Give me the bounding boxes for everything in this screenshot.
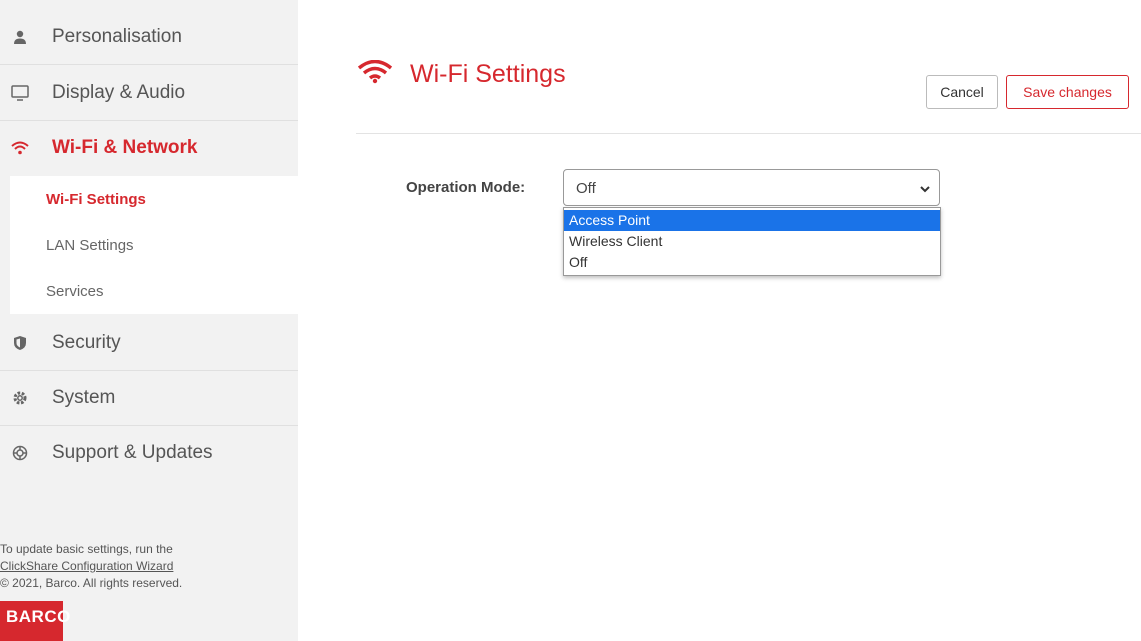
option-access-point[interactable]: Access Point <box>564 210 940 231</box>
option-off[interactable]: Off <box>564 252 940 273</box>
nav-item-support-updates[interactable]: Support & Updates <box>0 426 298 480</box>
nav-item-label: Personalisation <box>52 26 182 47</box>
operation-mode-dropdown: Access Point Wireless Client Off <box>563 207 941 276</box>
configuration-wizard-link[interactable]: ClickShare Configuration Wizard <box>0 558 260 575</box>
chevron-down-icon <box>919 182 931 194</box>
wifi-network-submenu: Wi-Fi Settings LAN Settings Services <box>10 176 298 314</box>
copyright-text: © 2021, Barco. All rights reserved. <box>0 576 183 590</box>
submenu-item-services[interactable]: Services <box>46 283 104 300</box>
save-changes-button[interactable]: Save changes <box>1006 75 1129 109</box>
option-wireless-client[interactable]: Wireless Client <box>564 231 940 252</box>
operation-mode-label: Operation Mode: <box>406 179 526 196</box>
footer-text: To update basic settings, run the <box>0 542 173 556</box>
nav-item-display-audio[interactable]: Display & Audio <box>0 66 298 121</box>
nav-item-personalisation[interactable]: Personalisation <box>0 10 298 65</box>
wifi-icon <box>11 139 29 157</box>
nav-item-label: System <box>52 387 116 408</box>
nav-item-label: Security <box>52 332 121 353</box>
person-icon <box>11 28 29 46</box>
sidebar-footer: To update basic settings, run the ClickS… <box>0 541 260 592</box>
nav-item-label: Support & Updates <box>52 442 213 463</box>
nav-item-label: Wi-Fi & Network <box>52 137 198 158</box>
barco-logo: BARCO <box>0 601 70 641</box>
nav-item-wifi-network[interactable]: Wi-Fi & Network <box>0 121 298 175</box>
operation-mode-value: Off <box>576 180 596 197</box>
page-header: Wi-Fi Settings <box>357 59 566 89</box>
wifi-icon <box>357 59 393 89</box>
header-divider <box>356 133 1141 134</box>
nav-item-security[interactable]: Security <box>0 316 298 371</box>
cancel-button[interactable]: Cancel <box>926 75 998 109</box>
page-title: Wi-Fi Settings <box>410 60 566 88</box>
gear-icon <box>11 389 29 407</box>
submenu-item-wifi-settings[interactable]: Wi-Fi Settings <box>46 191 146 208</box>
nav-item-system[interactable]: System <box>0 371 298 426</box>
monitor-icon <box>11 84 29 102</box>
submenu-item-lan-settings[interactable]: LAN Settings <box>46 237 134 254</box>
operation-mode-select[interactable]: Off <box>563 169 940 206</box>
sidebar: Personalisation Display & Audio Wi-Fi & … <box>0 0 298 641</box>
nav-item-label: Display & Audio <box>52 82 186 103</box>
shield-icon <box>11 334 29 352</box>
lifebuoy-icon <box>11 444 29 462</box>
